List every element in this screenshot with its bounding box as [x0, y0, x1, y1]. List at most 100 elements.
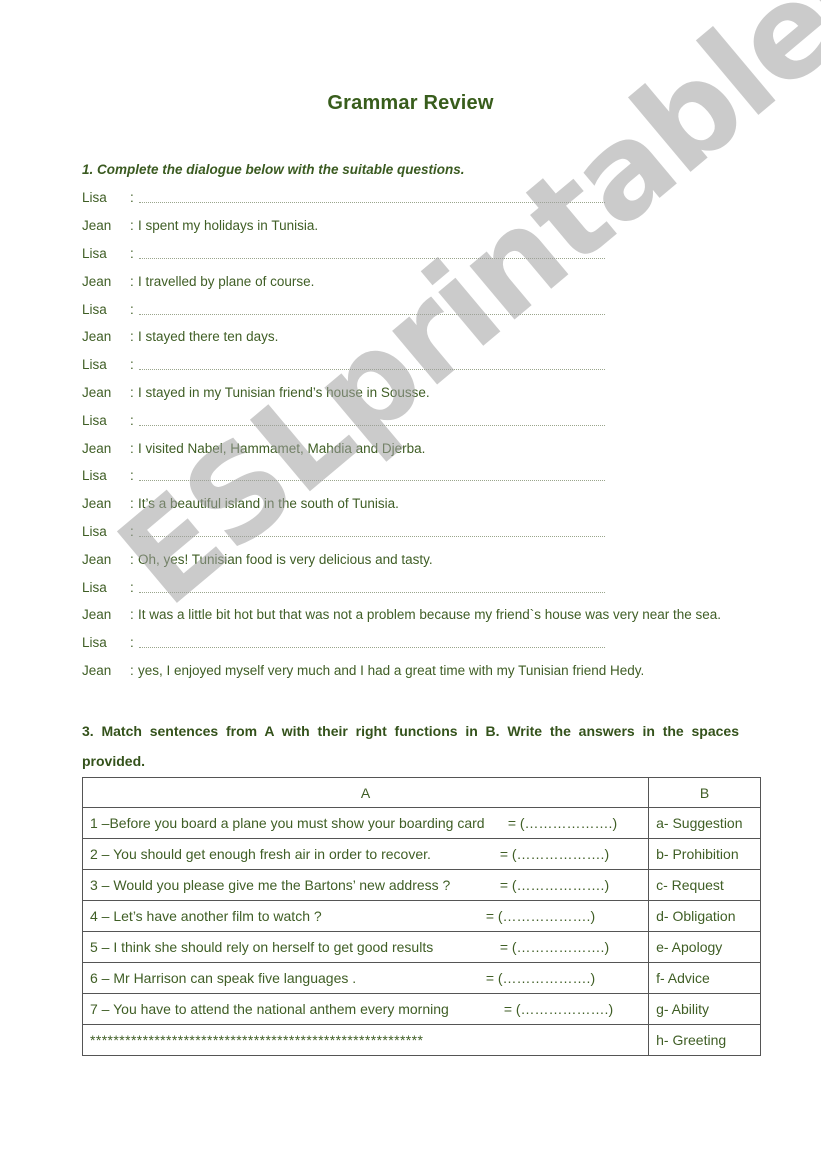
- table-row: 1 –Before you board a plane you must sho…: [81, 807, 761, 839]
- dialogue-text: I travelled by plane of course.: [138, 273, 315, 289]
- answer-blank[interactable]: = (……………….): [500, 939, 609, 955]
- table-header-row: A B: [81, 777, 761, 808]
- dialogue-line: Lisa:: [82, 629, 782, 657]
- answer-blank[interactable]: [139, 415, 605, 426]
- speaker-name: Lisa: [82, 301, 107, 317]
- answer-blank[interactable]: [139, 359, 605, 371]
- sentence-text: 4 – Let’s have another film to watch ?: [90, 908, 322, 924]
- answer-blank[interactable]: = (……………….): [486, 908, 595, 924]
- speaker-name: Jean: [82, 273, 112, 289]
- dialogue-line: Jean: I stayed there ten days.: [82, 323, 782, 351]
- speaker-name: Lisa: [82, 523, 107, 539]
- sentence-text: 1 –Before you board a plane you must sho…: [90, 815, 485, 831]
- speaker-name: Jean: [82, 551, 112, 567]
- dialogue-text: Oh, yes! Tunisian food is very delicious…: [138, 551, 433, 567]
- dialogue-line: Jean: It’s a beautiful island in the sout…: [82, 490, 782, 518]
- dialogue-line: Lisa:: [82, 295, 782, 323]
- speaker-name: Lisa: [82, 468, 107, 484]
- colon-separator: :: [130, 523, 134, 539]
- answer-blank[interactable]: [139, 637, 605, 649]
- function-cell: a- Suggestion: [648, 807, 761, 839]
- sentence-text: 7 – You have to attend the national anth…: [90, 1001, 449, 1017]
- section3-heading: 3. Match sentences from A with their rig…: [82, 723, 739, 769]
- answer-blank[interactable]: [139, 470, 605, 482]
- answer-blank[interactable]: = (……………….): [508, 815, 617, 831]
- speaker-name: Lisa: [82, 579, 107, 595]
- sentence-cell: 7 – You have to attend the national anth…: [81, 993, 650, 1025]
- speaker-name: Jean: [82, 329, 112, 345]
- sentence-text: 3 – Would you please give me the Bartons…: [90, 877, 451, 893]
- colon-separator: :: [130, 301, 134, 317]
- sentence-text: 5 – I think she should rely on herself t…: [90, 939, 434, 955]
- dialogue-line: Lisa:: [82, 462, 782, 490]
- column-b-header: B: [648, 777, 761, 808]
- function-cell: c- Request: [648, 869, 761, 901]
- speaker-name: Jean: [82, 607, 112, 623]
- matching-table: A B 1 –Before you board a plane you must…: [81, 777, 761, 1056]
- table-row: 4 – Let’s have another film to watch ? = …: [81, 900, 761, 932]
- colon-separator: :: [130, 607, 134, 623]
- dialogue-line: Lisa:: [82, 573, 782, 601]
- dialogue-text: It’s a beautiful island in the south of …: [138, 496, 399, 512]
- dialogue-line: Lisa:: [82, 351, 782, 379]
- speaker-name: Lisa: [82, 245, 107, 261]
- colon-separator: :: [130, 190, 134, 206]
- dialogue-line: Jean: yes, I enjoyed myself very much and…: [82, 657, 782, 685]
- function-cell: b- Prohibition: [648, 838, 761, 870]
- function-cell: e- Apology: [648, 931, 761, 963]
- sentence-cell: 4 – Let’s have another film to watch ? = …: [81, 900, 650, 932]
- answer-blank[interactable]: [139, 582, 605, 593]
- speaker-name: Lisa: [82, 635, 107, 651]
- colon-separator: :: [130, 357, 134, 373]
- colon-separator: :: [130, 273, 134, 289]
- function-cell: h- Greeting: [648, 1024, 761, 1056]
- table-row: 3 – Would you please give me the Bartons…: [81, 869, 761, 901]
- speaker-name: Lisa: [82, 190, 107, 206]
- worksheet-page: Grammar Review 1. Complete the dialogue …: [0, 0, 821, 1161]
- column-a-header: A: [81, 777, 650, 808]
- answer-blank[interactable]: = (……………….): [500, 877, 609, 893]
- dialogue-line: Jean: I visited Nabel, Hammamet, Mahdia a…: [82, 434, 782, 462]
- function-cell: f- Advice: [648, 962, 761, 994]
- sentence-cell: 2 – You should get enough fresh air in o…: [81, 838, 650, 870]
- table-row: 7 – You have to attend the national anth…: [81, 993, 761, 1025]
- dialogue-line: Jean: Oh, yes! Tunisian food is very deli…: [82, 545, 782, 573]
- function-cell: g- Ability: [648, 993, 761, 1025]
- table-row: 5 – I think she should rely on herself t…: [81, 931, 761, 963]
- page-title: Grammar Review: [327, 92, 494, 114]
- colon-separator: :: [130, 579, 134, 595]
- sentence-cell: 3 – Would you please give me the Bartons…: [81, 869, 650, 901]
- dialogue-line: Lisa:: [82, 518, 782, 546]
- dialogue-line: Jean: I travelled by plane of course.: [82, 267, 782, 295]
- colon-separator: :: [130, 218, 134, 234]
- sentence-cell: 6 – Mr Harrison can speak five languages…: [81, 962, 650, 994]
- dialogue-text: I stayed in my Tunisian friend’s house i…: [138, 384, 430, 400]
- dialogue-text: It was a little bit hot but that was not…: [138, 607, 722, 623]
- answer-blank[interactable]: = (……………….): [504, 1001, 613, 1017]
- speaker-name: Jean: [82, 384, 112, 400]
- dialogue-text: I spent my holidays in Tunisia.: [138, 218, 319, 234]
- table-row: 2 – You should get enough fresh air in o…: [81, 838, 761, 870]
- speaker-name: Lisa: [82, 357, 107, 373]
- answer-blank[interactable]: [139, 192, 605, 204]
- dialogue: Lisa: Jean: I spent my holidays in Tunisia…: [82, 184, 782, 684]
- answer-blank[interactable]: = (……………….): [486, 970, 595, 986]
- answer-blank[interactable]: [139, 248, 605, 259]
- answer-blank[interactable]: [139, 304, 605, 315]
- dialogue-line: Lisa:: [82, 240, 782, 268]
- sentence-cell: ****************************************…: [81, 1024, 650, 1056]
- dialogue-line: Jean: I spent my holidays in Tunisia.: [82, 212, 782, 240]
- section1-heading: 1. Complete the dialogue below with the …: [82, 162, 465, 177]
- sentence-cell: 1 –Before you board a plane you must sho…: [81, 807, 650, 839]
- dialogue-text: I stayed there ten days.: [138, 329, 279, 345]
- colon-separator: :: [130, 635, 134, 651]
- table-row: ****************************************…: [81, 1024, 761, 1056]
- dialogue-line: Jean: It was a little bit hot but that wa…: [82, 601, 782, 629]
- colon-separator: :: [130, 496, 134, 512]
- speaker-name: Lisa: [82, 412, 107, 428]
- answer-blank[interactable]: [139, 526, 605, 537]
- colon-separator: :: [130, 329, 134, 345]
- answer-blank[interactable]: = (……………….): [500, 846, 609, 862]
- speaker-name: Jean: [82, 218, 112, 234]
- colon-separator: :: [130, 440, 134, 456]
